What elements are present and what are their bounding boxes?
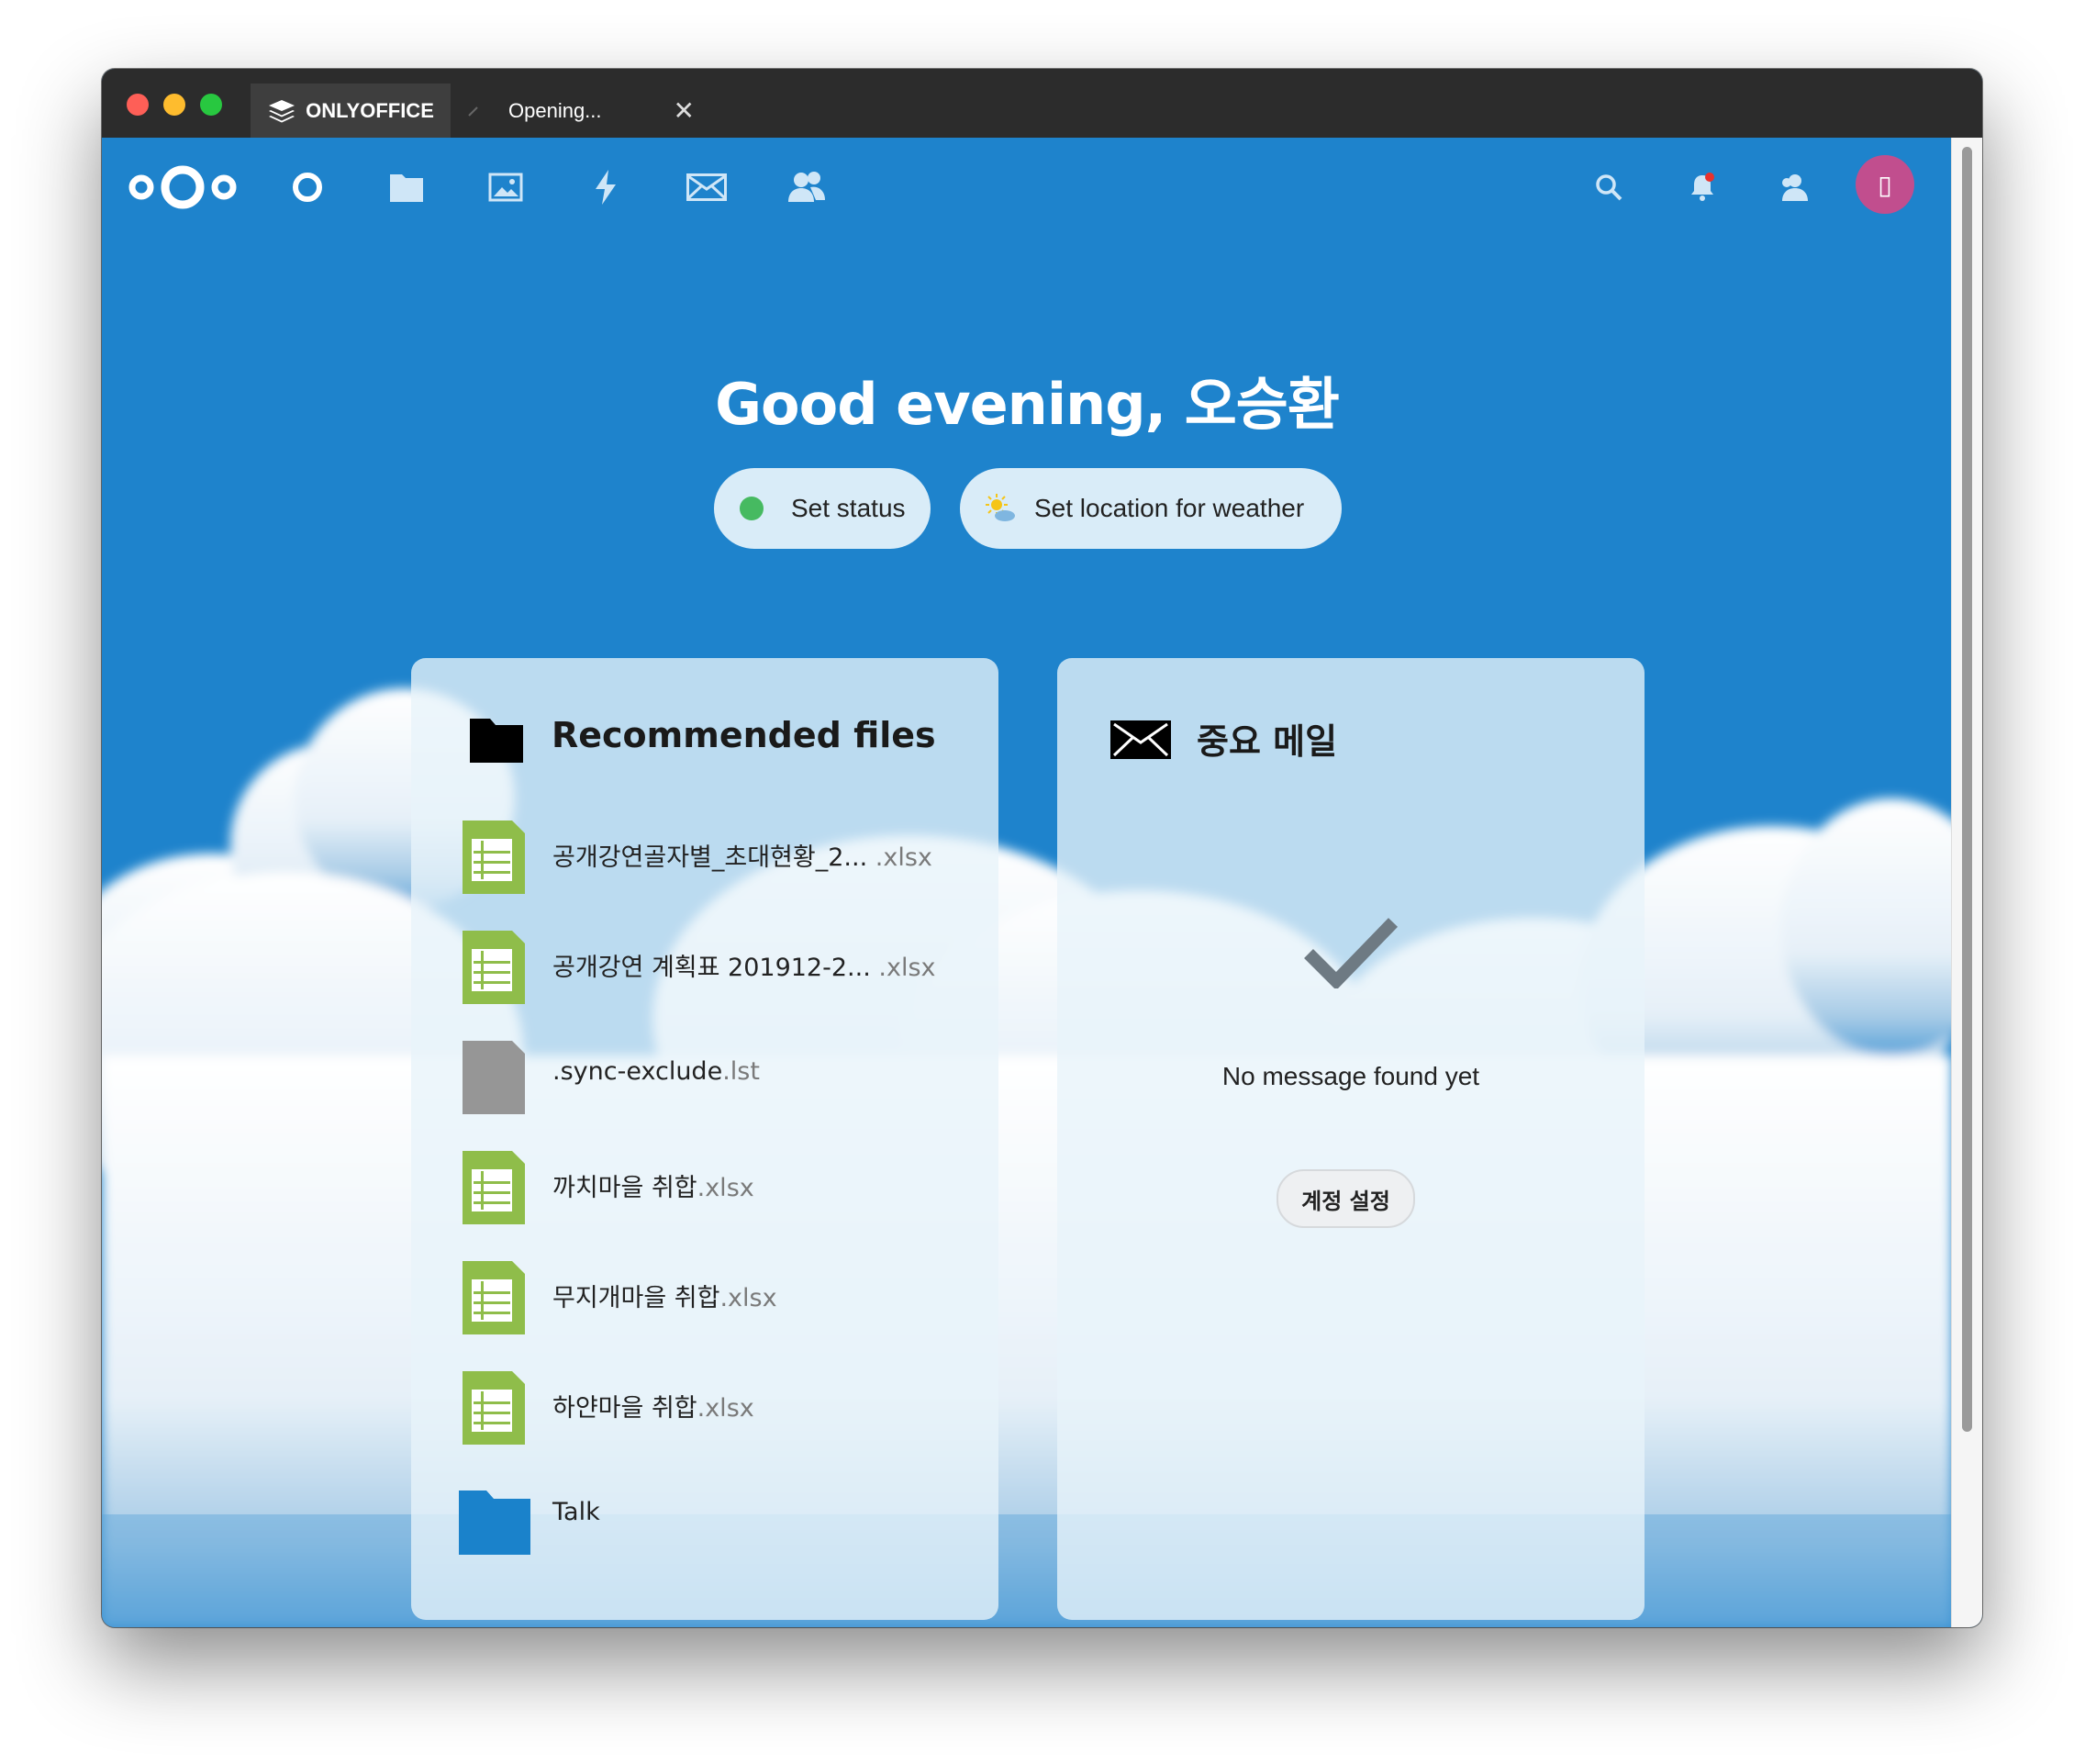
file-name: 공개강연골자별_초대현황_2... .xlsx — [552, 843, 932, 872]
close-tab-icon[interactable]: ✕ — [674, 95, 695, 126]
spreadsheet-icon — [463, 821, 525, 894]
file-row[interactable]: 공개강연골자별_초대현황_2... .xlsx — [411, 811, 998, 903]
file-name: Talk — [552, 1498, 600, 1526]
tab-opening[interactable]: Opening... ✕ — [452, 84, 708, 138]
file-row[interactable]: 무지개마을 취합.xlsx — [411, 1252, 998, 1344]
mail-icon — [1110, 720, 1171, 759]
set-status-button[interactable]: Set status — [714, 468, 931, 549]
dashboard-page: ▯ Good evening, 오승환 Set status Set locat… — [102, 138, 1952, 1627]
tab-onlyoffice[interactable]: ONLYOFFICE — [251, 84, 451, 138]
user-avatar[interactable]: ▯ — [1856, 155, 1914, 214]
search-icon[interactable] — [1589, 160, 1629, 215]
zoom-window-button[interactable] — [200, 94, 222, 116]
mail-icon[interactable] — [685, 160, 729, 215]
spreadsheet-icon — [463, 1261, 525, 1334]
app-window: ONLYOFFICE Opening... ✕ ▯ Good evening, … — [102, 69, 1982, 1627]
file-row[interactable]: 하얀마을 취합.xlsx — [411, 1362, 998, 1454]
weather-icon — [986, 494, 1015, 521]
scrollbar-thumb[interactable] — [1962, 147, 1972, 1432]
recommended-files-title: Recommended files — [552, 715, 936, 755]
vertical-scrollbar[interactable] — [1951, 138, 1982, 1627]
empty-mail-message: No message found yet — [1221, 1062, 1480, 1090]
tab-opening-label: Opening... — [508, 98, 602, 122]
status-online-icon — [740, 497, 764, 520]
file-name: 하얀마을 취합.xlsx — [552, 1394, 754, 1423]
dashboard-icon[interactable] — [287, 160, 328, 215]
file-name: 까치마을 취합.xlsx — [552, 1174, 754, 1202]
set-weather-label: Set location for weather — [1034, 494, 1305, 522]
notifications-icon[interactable] — [1682, 160, 1723, 215]
avatar-glyph: ▯ — [1878, 170, 1892, 199]
file-row[interactable]: Talk — [411, 1472, 998, 1564]
file-row[interactable]: .sync-exclude.lst — [411, 1032, 998, 1123]
spreadsheet-icon — [463, 1151, 525, 1224]
document-favicon-icon — [468, 106, 478, 117]
important-mail-title: 중요 메일 — [1197, 721, 1338, 762]
spreadsheet-icon — [463, 1371, 525, 1445]
onlyoffice-logo-icon — [269, 99, 295, 122]
recommended-files-widget: Recommended files 공개강연골자별_초대현황_2... .xls… — [411, 658, 998, 1620]
minimize-window-button[interactable] — [163, 94, 185, 116]
greeting-heading: Good evening, 오승환 — [715, 371, 1340, 438]
file-name: 무지개마을 취합.xlsx — [552, 1284, 777, 1312]
photos-icon[interactable] — [485, 160, 526, 215]
folder-icon — [470, 719, 523, 763]
nextcloud-logo-icon[interactable] — [125, 160, 240, 215]
generic-file-icon — [463, 1041, 525, 1114]
tab-onlyoffice-label: ONLYOFFICE — [306, 98, 434, 122]
folder-icon — [459, 1490, 530, 1555]
important-mail-widget: 중요 메일 No message found yet 계정 설정 — [1057, 658, 1645, 1620]
account-settings-button[interactable]: 계정 설정 — [1277, 1169, 1415, 1228]
close-window-button[interactable] — [127, 94, 149, 116]
contacts-icon[interactable] — [785, 160, 829, 215]
set-weather-button[interactable]: Set location for weather — [960, 468, 1342, 549]
files-icon[interactable] — [386, 160, 427, 215]
file-name: .sync-exclude.lst — [552, 1057, 760, 1086]
activity-icon[interactable] — [585, 160, 626, 215]
file-name: 공개강연 계획표 201912-2... .xlsx — [552, 954, 936, 982]
set-status-label: Set status — [791, 494, 906, 522]
contacts-menu-icon[interactable] — [1774, 160, 1814, 215]
file-row[interactable]: 까치마을 취합.xlsx — [411, 1142, 998, 1234]
file-row[interactable]: 공개강연 계획표 201912-2... .xlsx — [411, 921, 998, 1013]
checkmark-icon — [1304, 918, 1399, 988]
spreadsheet-icon — [463, 931, 525, 1004]
title-bar: ONLYOFFICE Opening... ✕ — [102, 69, 1982, 138]
